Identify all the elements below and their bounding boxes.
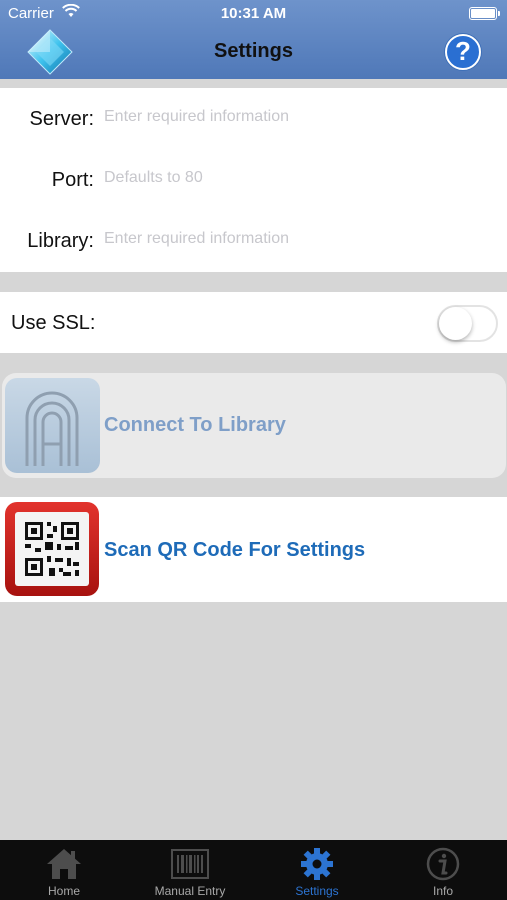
library-label: Library: [27, 230, 94, 252]
ssl-label: Use SSL: [11, 312, 96, 334]
home-icon [1, 846, 127, 882]
connection-form: Server: Port: Library: [0, 88, 507, 272]
status-time: 10:31 AM [220, 5, 287, 22]
tab-manual-entry-label: Manual Entry [154, 884, 226, 898]
info-icon [380, 846, 506, 882]
port-row: Port: [0, 149, 507, 210]
navigation-bar: Carrier 10:31 AM Settings ? [0, 0, 507, 79]
tab-manual-entry[interactable]: Manual Entry [127, 840, 253, 900]
help-icon: ? [455, 36, 471, 66]
page-title: Settings [214, 40, 293, 62]
tab-bar: Home Manual Entry Settings Info [0, 840, 507, 900]
tab-info-label: Info [432, 884, 453, 898]
toggle-knob [439, 307, 472, 340]
scan-label: Scan QR Code For Settings [104, 539, 366, 561]
tab-settings[interactable]: Settings [254, 840, 380, 900]
tab-home-label: Home [47, 884, 80, 898]
help-button[interactable]: ? [445, 34, 481, 70]
port-label: Port: [51, 169, 94, 191]
server-row: Server: [0, 88, 507, 149]
tab-info[interactable]: Info [380, 840, 506, 900]
server-label: Server: [29, 108, 94, 130]
qr-code-icon [5, 502, 99, 596]
port-input[interactable] [104, 169, 484, 187]
ssl-row: Use SSL: [0, 292, 507, 353]
battery-icon [469, 7, 500, 20]
connect-label: Connect To Library [104, 414, 286, 436]
library-arch-icon [5, 378, 100, 473]
tab-settings-label: Settings [295, 884, 339, 898]
status-bar: Carrier 10:31 AM [0, 0, 507, 28]
library-input[interactable] [104, 230, 484, 248]
library-row: Library: [0, 210, 507, 271]
server-input[interactable] [104, 108, 484, 126]
ssl-toggle[interactable] [437, 305, 498, 342]
gear-icon [254, 846, 380, 882]
scan-qr-button[interactable]: Scan QR Code For Settings [0, 497, 507, 602]
barcode-icon [127, 846, 253, 882]
tab-home[interactable]: Home [1, 840, 127, 900]
connect-to-library-button[interactable]: Connect To Library [2, 373, 506, 478]
